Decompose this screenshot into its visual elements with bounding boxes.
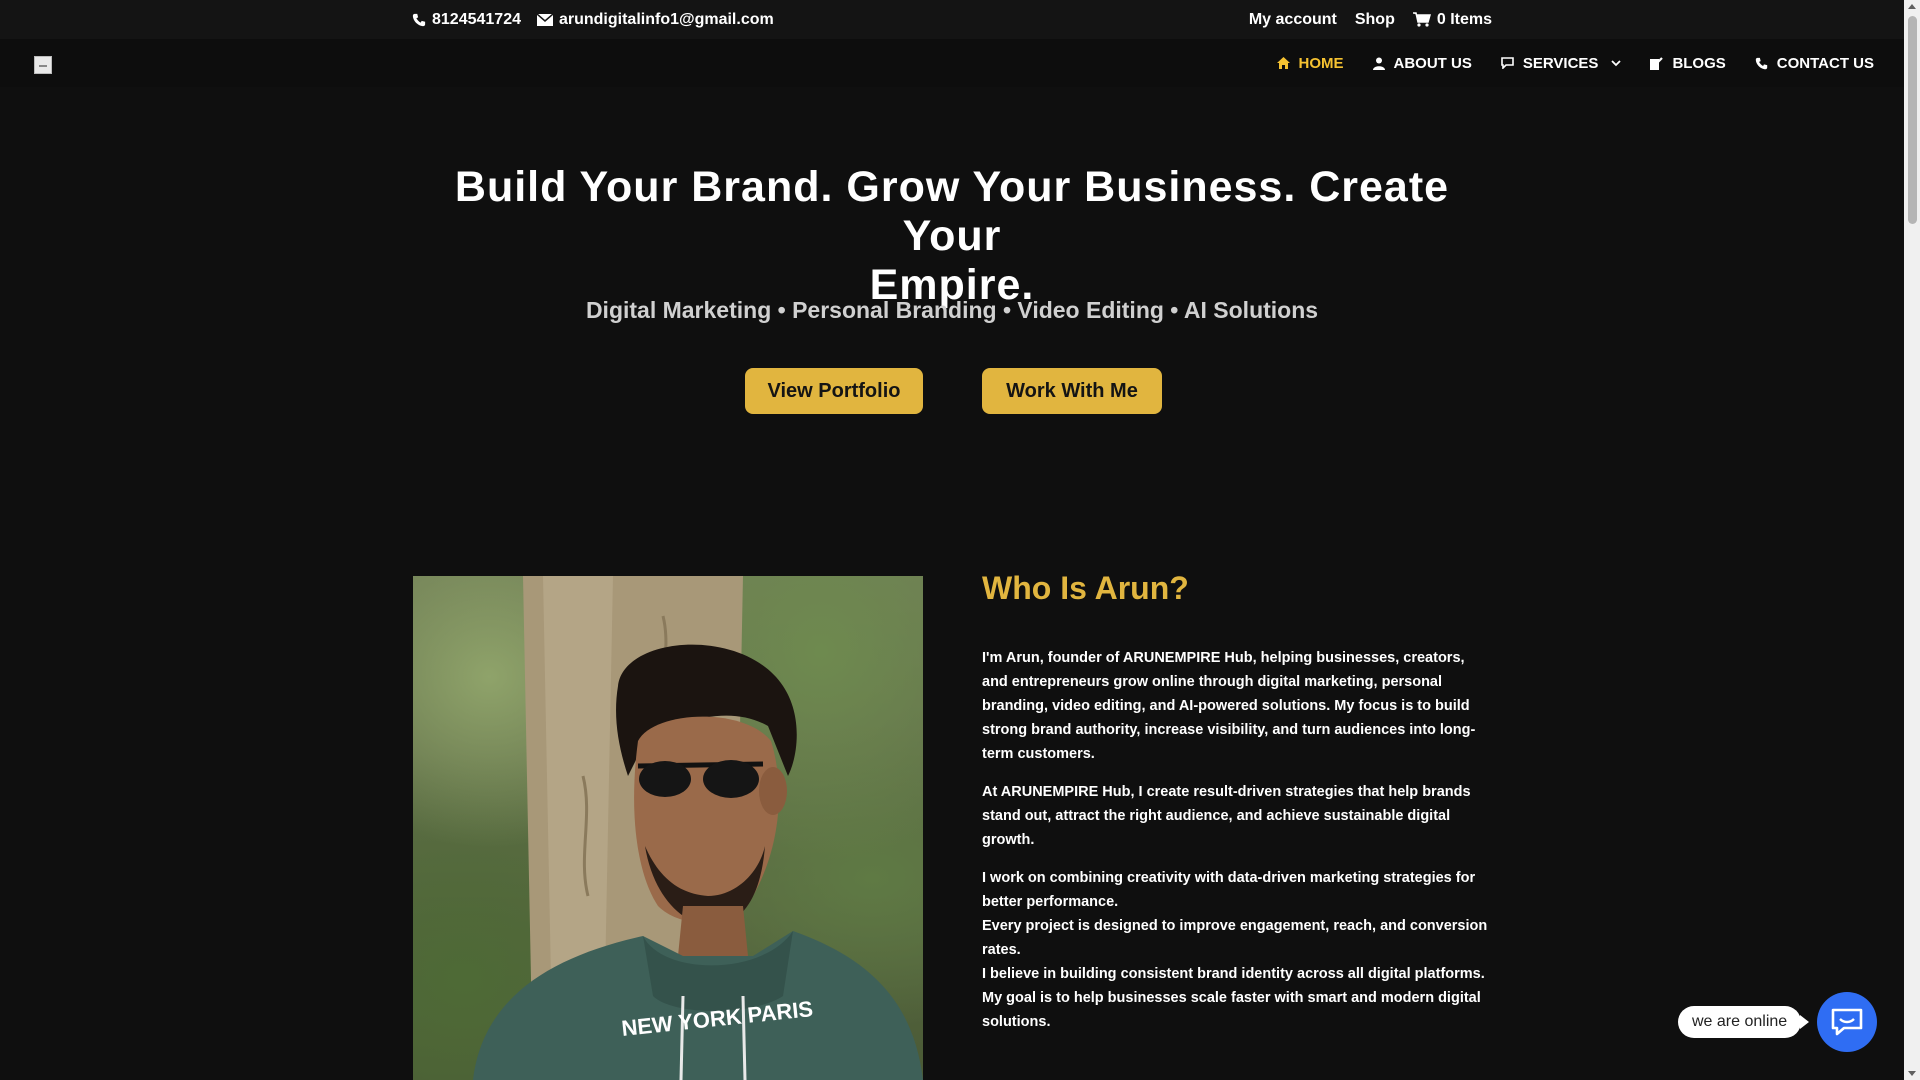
hero-title: Build Your Brand. Grow Your Business. Cr…: [400, 163, 1504, 310]
about-paragraph-1: I'm Arun, founder of ARUNEMPIRE Hub, hel…: [982, 650, 1476, 762]
nav-label-blogs: BLOGS: [1672, 54, 1726, 72]
scroll-thumb[interactable]: [1908, 16, 1917, 224]
contact-info: 8124541724 arundigitalinfo1@gmail.com: [412, 0, 774, 39]
cart-link[interactable]: 0 Items: [1412, 10, 1492, 29]
cart-count: 0 Items: [1436, 10, 1492, 28]
nav-label-home: HOME: [1298, 54, 1344, 72]
work-with-me-button[interactable]: Work With Me: [982, 368, 1162, 414]
hero-subtitle: Digital Marketing • Personal Branding • …: [585, 297, 1319, 323]
hero-title-line-1: Build Your Brand. Grow Your Business. Cr…: [454, 163, 1450, 260]
shop-link[interactable]: Shop: [1355, 11, 1395, 29]
site-logo[interactable]: [34, 56, 52, 74]
email-link[interactable]: arundigitalinfo1@gmail.com: [536, 10, 774, 29]
profile-photo: NEW YORK PARIS: [413, 576, 923, 1080]
user-icon: [1372, 57, 1385, 70]
envelope-icon: [536, 13, 553, 26]
scroll-up-arrow[interactable]: [1908, 4, 1916, 9]
chat-launcher-button[interactable]: [1817, 992, 1877, 1052]
nav-item-services[interactable]: SERVICES: [1501, 55, 1622, 72]
chat-status-bubble[interactable]: we are online: [1678, 1006, 1810, 1038]
about-line-3: I believe in building consistent brand i…: [982, 966, 1485, 982]
nav-label-contact-us: CONTACT US: [1776, 54, 1874, 72]
nav-label-services: SERVICES: [1522, 54, 1599, 72]
view-portfolio-button[interactable]: View Portfolio: [745, 368, 923, 414]
about-line-4: My goal is to help businesses scale fast…: [982, 990, 1481, 1030]
cart-icon: [1412, 12, 1431, 27]
chevron-down-icon: [1611, 59, 1622, 67]
main-nav: HOME ABOUT US SERVICES BLOGS CONTACT US: [1276, 39, 1874, 87]
chat-icon: [1501, 57, 1514, 69]
nav-item-about-us[interactable]: ABOUT US: [1372, 54, 1472, 72]
phone-link[interactable]: 8124541724: [412, 11, 521, 29]
about-paragraph-2: At ARUNEMPIRE Hub, I create result-drive…: [982, 784, 1471, 848]
main-header: HOME ABOUT US SERVICES BLOGS CONTACT US: [0, 39, 1904, 87]
about-line-1: I work on combining creativity with data…: [982, 870, 1476, 910]
phone-icon: [1755, 57, 1768, 70]
scroll-down-arrow[interactable]: [1908, 1071, 1916, 1076]
phone-number: 8124541724: [432, 10, 521, 28]
about-heading: Who Is Arun?: [982, 570, 1189, 606]
nav-item-blogs[interactable]: BLOGS: [1650, 54, 1726, 72]
email-address: arundigitalinfo1@gmail.com: [558, 10, 774, 28]
account-links: My account Shop 0 Items: [1249, 0, 1492, 39]
home-icon: [1276, 57, 1290, 69]
phone-icon: [412, 13, 426, 27]
nav-item-home[interactable]: HOME: [1276, 54, 1344, 72]
chat-bubble-icon: [1830, 1007, 1864, 1037]
my-account-link[interactable]: My account: [1249, 11, 1337, 29]
edit-icon: [1650, 56, 1664, 70]
about-line-2: Every project is designed to improve eng…: [982, 918, 1488, 958]
top-bar: 8124541724 arundigitalinfo1@gmail.com My…: [0, 0, 1904, 39]
page-scrollbar[interactable]: [1904, 0, 1920, 1080]
nav-item-contact-us[interactable]: CONTACT US: [1755, 55, 1874, 72]
nav-label-about-us: ABOUT US: [1393, 54, 1472, 72]
about-text: I'm Arun, founder of ARUNEMPIRE Hub, hel…: [982, 646, 1494, 1034]
